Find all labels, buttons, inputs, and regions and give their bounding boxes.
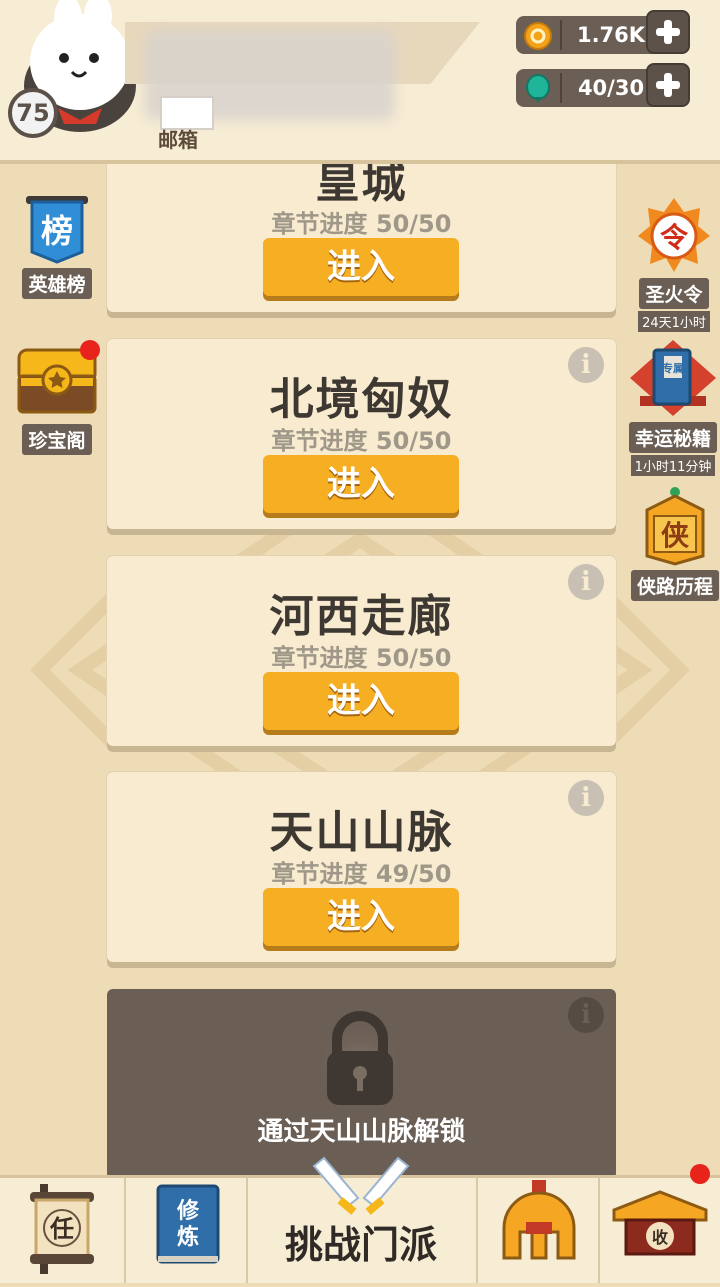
nav-shop[interactable]: 收	[600, 1164, 720, 1283]
lock-icon	[315, 1011, 405, 1109]
hero-ranking-button[interactable]: 榜 英雄榜	[14, 192, 100, 299]
side-timer: 24天1小时	[638, 311, 710, 332]
holy-fire-token-icon: 令	[638, 198, 710, 272]
chapter-card: 皇城 章节进度 50/50 进入	[107, 160, 616, 312]
treasure-pavilion-button[interactable]: 珍宝阁	[12, 340, 102, 455]
chapter-progress: 章节进度 50/50	[271, 427, 452, 455]
side-label: 幸运秘籍	[628, 422, 717, 453]
side-label: 圣火令	[639, 278, 709, 309]
chapter-card: i 北境匈奴 章节进度 50/50 进入	[107, 339, 616, 529]
ranking-banner-icon: 榜	[26, 196, 88, 264]
mail-label[interactable]: 邮箱	[158, 124, 198, 153]
shop-pavilion-icon: 收	[612, 1190, 708, 1256]
notification-dot	[690, 1164, 710, 1184]
helmet-icon	[502, 1180, 576, 1260]
svg-text:榜: 榜	[41, 212, 73, 250]
level-badge: 75	[8, 88, 58, 138]
chapter-title: 天山山脉	[269, 807, 454, 858]
svg-text:修: 修	[176, 1198, 200, 1224]
chapter-card: i 河西走廊 章节进度 50/50 进入	[107, 556, 616, 746]
nav-main-label: 挑战门派	[284, 1223, 437, 1267]
nav-cultivate[interactable]: 修 炼	[126, 1178, 246, 1283]
coin-icon	[524, 22, 552, 50]
stamina-value: 40/30	[577, 76, 645, 100]
chapter-progress: 章节进度 50/50	[271, 210, 452, 238]
chapter-title: 河西走廊	[269, 591, 454, 642]
enter-button[interactable]: 进入	[263, 888, 459, 946]
chapter-progress: 章节进度 50/50	[271, 644, 452, 672]
enter-button[interactable]: 进入	[263, 672, 459, 730]
green-gem-icon	[526, 74, 550, 103]
svg-text:侠: 侠	[661, 519, 690, 552]
chapter-list[interactable]: 皇城 章节进度 50/50 进入 i 北境匈奴 章节进度 50/50 进入 i …	[0, 160, 720, 1175]
nav-challenge-sect[interactable]: 挑战门派	[246, 1156, 476, 1283]
svg-text:任: 任	[49, 1215, 74, 1243]
holy-fire-token-button[interactable]: 令 圣火令 24天1小时	[628, 196, 720, 332]
chapter-card: i 天山山脉 章节进度 49/50 进入	[107, 772, 616, 962]
hero-path-icon: 侠	[645, 487, 705, 566]
side-timer: 1小时11分钟	[630, 455, 716, 476]
side-label: 珍宝阁	[22, 424, 92, 455]
side-label: 侠路历程	[630, 570, 719, 601]
unlock-requirement: 通过天山山脉解锁	[257, 1117, 466, 1147]
enter-button[interactable]: 进入	[263, 455, 459, 513]
bottom-nav: 任 修 炼 挑战门派 收	[0, 1156, 720, 1283]
task-scroll-icon: 任	[30, 1184, 94, 1274]
notification-dot	[80, 340, 100, 360]
lucky-secret-book-button[interactable]: 专属 幸运秘籍 1小时11分钟	[626, 338, 720, 476]
enter-button[interactable]: 进入	[263, 238, 459, 296]
add-coins-button[interactable]	[646, 10, 690, 54]
nav-equipment[interactable]	[478, 1178, 598, 1283]
svg-text:专属: 专属	[662, 361, 684, 375]
nav-task[interactable]: 任	[0, 1178, 124, 1283]
svg-text:收: 收	[652, 1228, 668, 1247]
locked-chapter-card[interactable]: i 通过天山山脉解锁	[107, 989, 616, 1175]
chapter-title: 北境匈奴	[269, 374, 454, 425]
coin-value: 1.76K	[576, 23, 646, 47]
side-label: 英雄榜	[22, 268, 92, 299]
info-icon[interactable]: i	[568, 997, 604, 1033]
hero-path-button[interactable]: 侠 侠路历程	[630, 486, 720, 601]
cultivation-book-icon: 修 炼	[156, 1184, 220, 1264]
svg-text:令: 令	[660, 221, 689, 254]
svg-text:炼: 炼	[177, 1224, 199, 1250]
add-stamina-button[interactable]	[646, 63, 690, 107]
top-bar: 75 邮箱 1.76K 40/30	[0, 0, 720, 160]
secret-book-icon: 专属	[630, 340, 716, 416]
chapter-progress: 章节进度 49/50	[271, 860, 452, 888]
chapter-title: 皇城	[315, 160, 408, 208]
